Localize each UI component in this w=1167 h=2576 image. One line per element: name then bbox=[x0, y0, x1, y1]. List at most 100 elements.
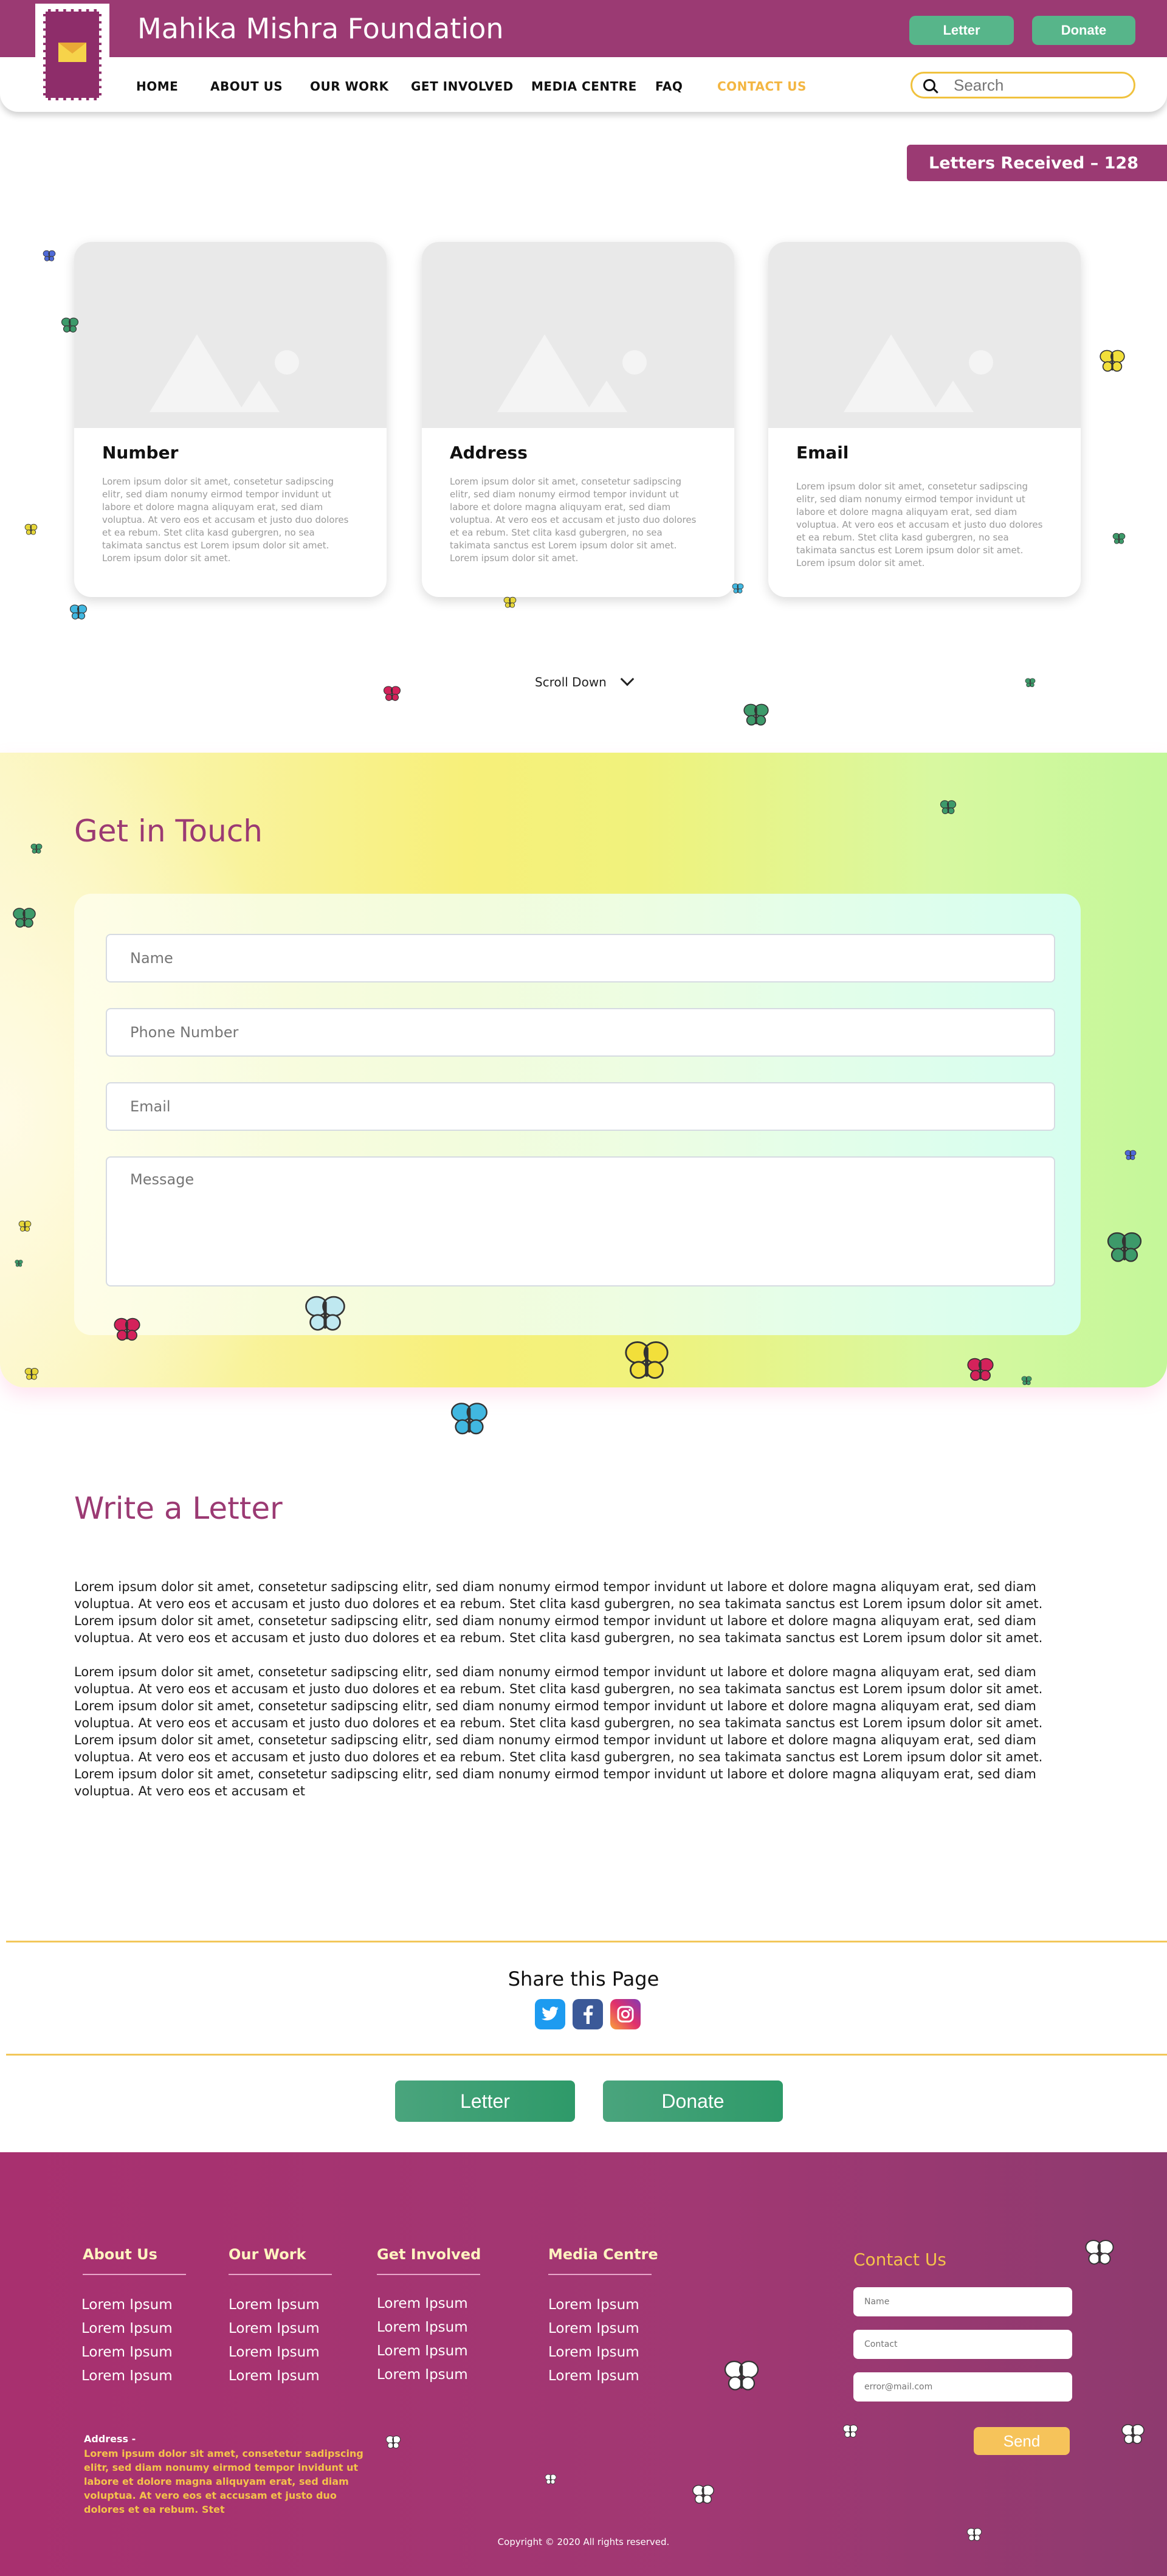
image-placeholder-icon bbox=[74, 242, 387, 428]
footer-link[interactable]: Lorem Ipsum bbox=[81, 2321, 173, 2336]
butterfly-icon bbox=[1025, 677, 1036, 691]
butterfly-icon bbox=[24, 1367, 39, 1384]
cta-letter-button[interactable]: Letter bbox=[395, 2080, 575, 2122]
logo-stamp bbox=[43, 9, 102, 100]
section-title: Get in Touch bbox=[74, 813, 263, 849]
address-text: Lorem ipsum dolor sit amet, consetetur s… bbox=[84, 2448, 363, 2515]
name-field[interactable] bbox=[106, 934, 1055, 982]
envelope-icon bbox=[58, 43, 86, 62]
card-text: Lorem ipsum dolor sit amet, consetetur s… bbox=[450, 476, 697, 564]
nav-faq[interactable]: FAQ bbox=[655, 79, 683, 94]
card-text: Lorem ipsum dolor sit amet, consetetur s… bbox=[796, 481, 1043, 568]
card-text: Lorem ipsum dolor sit amet, consetetur s… bbox=[102, 476, 349, 564]
footer-heading-media-centre[interactable]: Media Centre bbox=[548, 2246, 658, 2263]
footer-link[interactable]: Lorem Ipsum bbox=[377, 2343, 468, 2359]
butterfly-icon bbox=[450, 1400, 489, 1441]
footer-link[interactable]: Lorem Ipsum bbox=[548, 2344, 639, 2360]
instagram-icon[interactable] bbox=[610, 1999, 641, 2029]
address-label: Address - bbox=[84, 2433, 136, 2445]
scroll-down-link[interactable]: Scroll Down bbox=[535, 672, 635, 689]
butterfly-icon bbox=[1084, 2237, 1115, 2270]
cta-donate-button[interactable]: Donate bbox=[603, 2080, 783, 2122]
butterfly-icon bbox=[1112, 532, 1126, 548]
phone-field[interactable] bbox=[106, 1008, 1055, 1057]
butterfly-icon bbox=[385, 2434, 401, 2453]
get-in-touch-section: Get in Touch bbox=[0, 753, 1167, 1387]
site-title: Mahika Mishra Foundation bbox=[137, 12, 504, 45]
nav-home[interactable]: HOME bbox=[136, 79, 178, 94]
butterfly-icon bbox=[842, 2423, 858, 2442]
footer-link[interactable]: Lorem Ipsum bbox=[548, 2368, 639, 2384]
nav-about-us[interactable]: ABOUT US bbox=[210, 79, 283, 94]
butterfly-icon bbox=[692, 2483, 715, 2509]
divider bbox=[377, 2274, 480, 2275]
divider bbox=[6, 2054, 1167, 2056]
footer-name-field[interactable] bbox=[853, 2287, 1072, 2316]
butterfly-icon bbox=[624, 1338, 670, 1386]
letter-button[interactable]: Letter bbox=[909, 16, 1014, 45]
letters-received-badge: Letters Received – 128 bbox=[907, 145, 1167, 181]
butterfly-icon bbox=[113, 1316, 141, 1346]
butterfly-icon bbox=[966, 2527, 982, 2545]
footer-link[interactable]: Lorem Ipsum bbox=[229, 2321, 320, 2336]
footer-link[interactable]: Lorem Ipsum bbox=[548, 2321, 639, 2336]
contact-card-number: Number Lorem ipsum dolor sit amet, conse… bbox=[74, 242, 387, 597]
nav-contact-us[interactable]: CONTACT US bbox=[717, 79, 807, 94]
chevron-down-icon bbox=[620, 672, 635, 686]
footer-contact-field[interactable] bbox=[853, 2330, 1072, 2359]
footer-link[interactable]: Lorem Ipsum bbox=[229, 2368, 320, 2384]
footer-link[interactable]: Lorem Ipsum bbox=[548, 2297, 639, 2313]
section-title: Write a Letter bbox=[74, 1491, 283, 1526]
card-title: Address bbox=[450, 443, 528, 463]
contact-form bbox=[74, 894, 1081, 1335]
nav-get-involved[interactable]: GET INVOLVED bbox=[411, 79, 514, 94]
footer-contact-heading: Contact Us bbox=[853, 2250, 946, 2270]
butterfly-icon bbox=[723, 2358, 760, 2397]
search-input[interactable] bbox=[954, 75, 1124, 95]
logo[interactable] bbox=[35, 4, 109, 106]
footer-link[interactable]: Lorem Ipsum bbox=[377, 2319, 468, 2335]
divider bbox=[548, 2274, 652, 2275]
butterfly-icon bbox=[503, 596, 517, 612]
butterfly-icon bbox=[1099, 348, 1126, 377]
divider bbox=[6, 1941, 1167, 1942]
letter-paragraph: Lorem ipsum dolor sit amet, consetetur s… bbox=[74, 1733, 1043, 1798]
nav-media-centre[interactable]: MEDIA CENTRE bbox=[531, 79, 637, 94]
footer-heading-our-work[interactable]: Our Work bbox=[229, 2246, 306, 2263]
footer-link[interactable]: Lorem Ipsum bbox=[81, 2368, 173, 2384]
top-bar: Mahika Mishra Foundation Letter Donate bbox=[0, 0, 1167, 57]
contact-card-address: Address Lorem ipsum dolor sit amet, cons… bbox=[422, 242, 734, 597]
footer-link[interactable]: Lorem Ipsum bbox=[377, 2367, 468, 2383]
footer-link[interactable]: Lorem Ipsum bbox=[229, 2344, 320, 2360]
search-icon bbox=[923, 79, 935, 91]
butterfly-icon bbox=[1121, 2422, 1145, 2449]
letter-paragraph: Lorem ipsum dolor sit amet, consetetur s… bbox=[74, 1665, 1043, 1730]
butterfly-icon bbox=[304, 1293, 346, 1338]
copyright: Copyright © 2020 All rights reserved. bbox=[497, 2536, 670, 2547]
butterfly-icon bbox=[545, 2473, 557, 2488]
page: Mahika Mishra Foundation Letter Donate H… bbox=[0, 0, 1167, 2576]
image-placeholder-icon bbox=[768, 242, 1081, 428]
footer-link[interactable]: Lorem Ipsum bbox=[377, 2296, 468, 2312]
donate-button[interactable]: Donate bbox=[1032, 16, 1135, 45]
footer-link[interactable]: Lorem Ipsum bbox=[81, 2297, 173, 2313]
butterfly-icon bbox=[18, 1220, 32, 1235]
send-button[interactable]: Send bbox=[974, 2427, 1070, 2455]
butterfly-icon bbox=[743, 702, 769, 731]
butterfly-icon bbox=[732, 582, 744, 597]
footer-link[interactable]: Lorem Ipsum bbox=[81, 2344, 173, 2360]
butterfly-icon bbox=[69, 603, 88, 624]
footer-link[interactable]: Lorem Ipsum bbox=[229, 2297, 320, 2313]
footer-heading-get-involved[interactable]: Get Involved bbox=[377, 2246, 481, 2263]
footer-email-field[interactable] bbox=[853, 2372, 1072, 2402]
message-field[interactable] bbox=[106, 1156, 1055, 1286]
footer-heading-about[interactable]: About Us bbox=[83, 2246, 157, 2263]
main-nav: HOME ABOUT US OUR WORK GET INVOLVED MEDI… bbox=[0, 57, 1167, 112]
nav-our-work[interactable]: OUR WORK bbox=[310, 79, 389, 94]
search-box[interactable] bbox=[911, 72, 1135, 98]
twitter-icon[interactable] bbox=[535, 1999, 565, 2029]
facebook-icon[interactable] bbox=[573, 1999, 603, 2029]
email-field[interactable] bbox=[106, 1082, 1055, 1131]
butterfly-icon bbox=[43, 249, 56, 265]
butterfly-icon bbox=[1124, 1149, 1137, 1164]
